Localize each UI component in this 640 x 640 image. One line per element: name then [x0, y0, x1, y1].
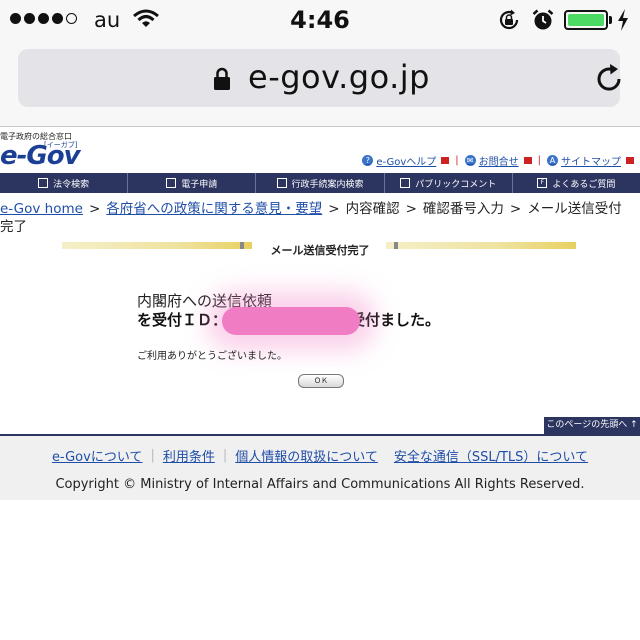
rotation-lock-icon: [499, 9, 519, 30]
battery-level: [568, 14, 604, 26]
pen-icon: [166, 178, 177, 188]
arrow-up-icon: ↑: [630, 420, 638, 430]
thanks-message: ご利用ありがとうございました。: [137, 351, 287, 362]
sitemap-link[interactable]: A サイトマップ: [547, 153, 634, 168]
status-bar: au 4:46: [0, 0, 640, 40]
help-link[interactable]: ? e-Govヘルプ: [362, 153, 450, 168]
battery-cap: [609, 16, 612, 24]
help-icon: ?: [362, 155, 374, 166]
battery-icon: [564, 10, 608, 30]
ok-button[interactable]: ＯＫ: [298, 374, 344, 388]
copyright: Copyright © Ministry of Internal Affairs…: [55, 477, 585, 492]
breadcrumb: e-Gov home > 各府省への政策に関する意見・要望 > 内容確認 > 確認番号入力 >…: [0, 201, 622, 235]
external-link-icon: [626, 157, 634, 164]
nav-item-faq[interactable]: F よくあるご質問: [511, 173, 640, 193]
header-links: ? e-Govヘルプ | ✉ お問合せ | A サイトマップ: [362, 153, 634, 168]
global-nav: 法令検索 電子申請 行政手続案内検索 パブリックコメント F よくあるご質問: [0, 173, 640, 193]
footer-link-about[interactable]: e-Govについて: [52, 446, 143, 465]
address-bar[interactable]: e-gov.go.jp: [18, 49, 621, 107]
book-icon: [38, 178, 49, 188]
breadcrumb-opinion-link[interactable]: 各府省への政策に関する意見・要望: [106, 201, 322, 217]
reload-icon[interactable]: [594, 63, 624, 93]
breadcrumb-step-code: 確認番号入力: [422, 201, 504, 217]
charging-icon: [618, 9, 628, 31]
footer-links: e-Govについて | 利用条件 | 個人情報の取扱について 安全な通信（SSL…: [51, 446, 589, 465]
nav-item-procedure-search[interactable]: 行政手続案内検索: [255, 173, 383, 193]
nav-item-law-search[interactable]: 法令検索: [0, 173, 127, 193]
site-header: 電子政府の総合窓口 e-Gov [イーガブ] ? e-Govヘルプ | ✉ お問…: [0, 127, 640, 173]
logo-ruby: [イーガブ]: [44, 141, 78, 149]
nav-item-public-comment[interactable]: パブリックコメント: [383, 173, 512, 193]
footer-link-terms[interactable]: 利用条件: [163, 446, 215, 465]
contact-link[interactable]: ✉ お問合せ: [464, 153, 532, 168]
faq-icon: F: [537, 178, 548, 188]
comment-icon: [400, 178, 411, 188]
browser-toolbar: e-gov.go.jp: [0, 40, 640, 127]
external-link-icon: [523, 157, 532, 164]
message-line2: を受付ＩＤ： 受付ました。: [137, 311, 441, 329]
page-title: メール送信受付完了: [270, 244, 370, 257]
mail-icon: ✉: [464, 155, 476, 166]
breadcrumb-step-confirm: 内容確認: [345, 201, 400, 217]
sitemap-icon: A: [547, 155, 558, 166]
alarm-icon: [532, 9, 554, 30]
redacted-id: [222, 307, 360, 335]
screen: au 4:46 e-gov.go.jp 電子政府の総合窓口 e-Gov [イーガ…: [0, 0, 640, 640]
external-link-icon: [441, 157, 450, 164]
footer-link-privacy[interactable]: 個人情報の取扱について: [235, 446, 378, 465]
url-text: e-gov.go.jp: [248, 58, 430, 96]
footer: e-Govについて | 利用条件 | 個人情報の取扱について 安全な通信（SSL…: [0, 436, 640, 500]
page-top-link[interactable]: このページの先頭へ ↑: [544, 417, 640, 434]
lock-icon: [214, 67, 230, 90]
search-icon: [276, 178, 287, 188]
separator: |: [537, 155, 541, 166]
separator: |: [455, 155, 459, 166]
footer-link-ssl[interactable]: 安全な通信（SSL/TLS）について: [394, 446, 588, 465]
nav-item-e-application[interactable]: 電子申請: [127, 173, 255, 193]
breadcrumb-home-link[interactable]: e-Gov home: [0, 201, 83, 217]
